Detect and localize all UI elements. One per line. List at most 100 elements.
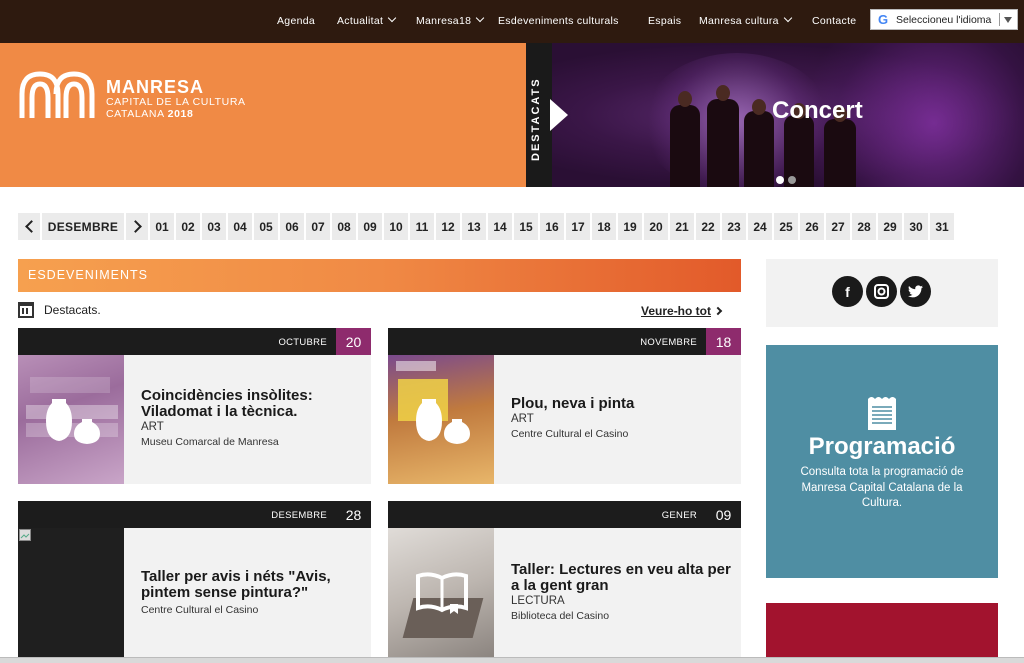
window-bottom-edge <box>0 657 1024 663</box>
day-07[interactable]: 07 <box>306 213 332 240</box>
event-thumbnail[interactable] <box>388 528 494 657</box>
promo-panel[interactable] <box>766 603 998 663</box>
performer-head <box>678 91 692 107</box>
day-30[interactable]: 30 <box>904 213 930 240</box>
day-label: 29 <box>883 219 897 234</box>
day-label: 26 <box>805 219 819 234</box>
nav-item-agenda[interactable]: Agenda <box>277 15 315 27</box>
day-08[interactable]: 08 <box>332 213 358 240</box>
language-select[interactable]: G Seleccioneu l'idioma <box>870 9 1018 30</box>
social-links: f <box>766 259 998 327</box>
day-01[interactable]: 01 <box>150 213 176 240</box>
day-19[interactable]: 19 <box>618 213 644 240</box>
day-27[interactable]: 27 <box>826 213 852 240</box>
day-05[interactable]: 05 <box>254 213 280 240</box>
day-23[interactable]: 23 <box>722 213 748 240</box>
day-12[interactable]: 12 <box>436 213 462 240</box>
slider-dot-1[interactable] <box>776 176 784 184</box>
featured-subheader: Destacats. <box>18 302 101 318</box>
manresa-logo-icon[interactable] <box>18 68 96 120</box>
day-10[interactable]: 10 <box>384 213 410 240</box>
slide-title[interactable]: Concert <box>772 97 863 125</box>
event-title[interactable]: Coincidències insòlites: Viladomat i la … <box>141 388 363 420</box>
day-31[interactable]: 31 <box>930 213 956 240</box>
day-14[interactable]: 14 <box>488 213 514 240</box>
next-month-button[interactable] <box>126 213 150 240</box>
day-06[interactable]: 06 <box>280 213 306 240</box>
day-label: 08 <box>337 219 351 234</box>
event-card[interactable]: GENER 09 Taller: Lectures en veu alta pe… <box>388 501 741 657</box>
event-place: Centre Cultural el Casino <box>141 604 259 616</box>
event-title[interactable]: Taller: Lectures en veu alta per a la ge… <box>511 562 733 594</box>
nav-item-manresa18[interactable]: Manresa18 <box>416 13 485 27</box>
see-all-link[interactable]: Veure-ho tot <box>641 304 723 318</box>
day-label: 27 <box>831 219 845 234</box>
nav-item-esdeveniments-culturals[interactable]: Esdeveniments culturals <box>498 15 619 27</box>
event-card[interactable]: DESEMBRE 28 Taller per avis i néts "Avis… <box>18 501 371 657</box>
day-label: 17 <box>571 219 585 234</box>
nav-item-manresa-cultura[interactable]: Manresa cultura <box>699 13 793 27</box>
event-card[interactable]: NOVEMBRE 18 Plou, neva i pinta ART Centr… <box>388 328 741 484</box>
day-11[interactable]: 11 <box>410 213 436 240</box>
day-13[interactable]: 13 <box>462 213 488 240</box>
day-17[interactable]: 17 <box>566 213 592 240</box>
day-label: 23 <box>727 219 741 234</box>
day-21[interactable]: 21 <box>670 213 696 240</box>
event-thumbnail[interactable] <box>388 355 494 484</box>
event-title[interactable]: Plou, neva i pinta <box>511 396 733 412</box>
top-navigation: Agenda Actualitat Manresa18 Esdeveniment… <box>0 0 1024 43</box>
twitter-icon[interactable] <box>900 276 931 307</box>
facebook-icon[interactable]: f <box>832 276 863 307</box>
chevron-right-icon <box>128 220 142 233</box>
event-date-bar: DESEMBRE 28 <box>18 501 371 528</box>
instagram-icon[interactable] <box>866 276 897 307</box>
prev-month-button[interactable] <box>18 213 42 240</box>
day-label: 14 <box>493 219 507 234</box>
day-25[interactable]: 25 <box>774 213 800 240</box>
programacio-panel[interactable]: Programació Consulta tota la programació… <box>766 345 998 578</box>
day-09[interactable]: 09 <box>358 213 384 240</box>
language-select-label: Seleccioneu l'idioma <box>896 13 992 26</box>
nav-item-contacte[interactable]: Contacte <box>812 15 856 27</box>
event-info: Taller: Lectures en veu alta per a la ge… <box>511 562 733 623</box>
day-label: 15 <box>519 219 533 234</box>
nav-item-actualitat[interactable]: Actualitat <box>337 13 397 27</box>
brand-title: MANRESA <box>106 77 205 97</box>
day-02[interactable]: 02 <box>176 213 202 240</box>
day-label: 05 <box>259 219 273 234</box>
event-thumbnail[interactable] <box>18 528 124 657</box>
event-info: Taller per avis i néts "Avis, pintem sen… <box>141 569 363 617</box>
brand-year: 2018 <box>167 108 194 120</box>
event-info: Coincidències insòlites: Viladomat i la … <box>141 388 363 449</box>
featured-slider[interactable]: Concert <box>552 43 1024 187</box>
day-18[interactable]: 18 <box>592 213 618 240</box>
nav-label: Actualitat <box>337 15 384 27</box>
calendar-icon <box>18 302 34 318</box>
day-22[interactable]: 22 <box>696 213 722 240</box>
book-icon <box>416 572 468 614</box>
day-03[interactable]: 03 <box>202 213 228 240</box>
twitter-glyph <box>908 285 923 298</box>
day-20[interactable]: 20 <box>644 213 670 240</box>
day-16[interactable]: 16 <box>540 213 566 240</box>
event-month: NOVEMBRE <box>640 337 697 348</box>
day-29[interactable]: 29 <box>878 213 904 240</box>
day-label: 11 <box>415 219 429 234</box>
day-15[interactable]: 15 <box>514 213 540 240</box>
day-label: 21 <box>675 219 689 234</box>
day-28[interactable]: 28 <box>852 213 878 240</box>
nav-item-espais[interactable]: Espais <box>648 15 681 27</box>
event-thumbnail[interactable] <box>18 355 124 484</box>
performer-figure <box>744 111 774 187</box>
event-day: 09 <box>706 501 741 528</box>
slider-dots <box>776 171 800 187</box>
day-label: 09 <box>363 219 377 234</box>
day-label: 07 <box>311 219 325 234</box>
day-04[interactable]: 04 <box>228 213 254 240</box>
day-26[interactable]: 26 <box>800 213 826 240</box>
slider-dot-2[interactable] <box>788 176 796 184</box>
event-title[interactable]: Taller per avis i néts "Avis, pintem sen… <box>141 569 363 601</box>
brand-subtitle-year: CATALANA 2018 <box>106 108 193 120</box>
event-card[interactable]: OCTUBRE 20 Coincidències insòlites: Vila… <box>18 328 371 484</box>
day-24[interactable]: 24 <box>748 213 774 240</box>
